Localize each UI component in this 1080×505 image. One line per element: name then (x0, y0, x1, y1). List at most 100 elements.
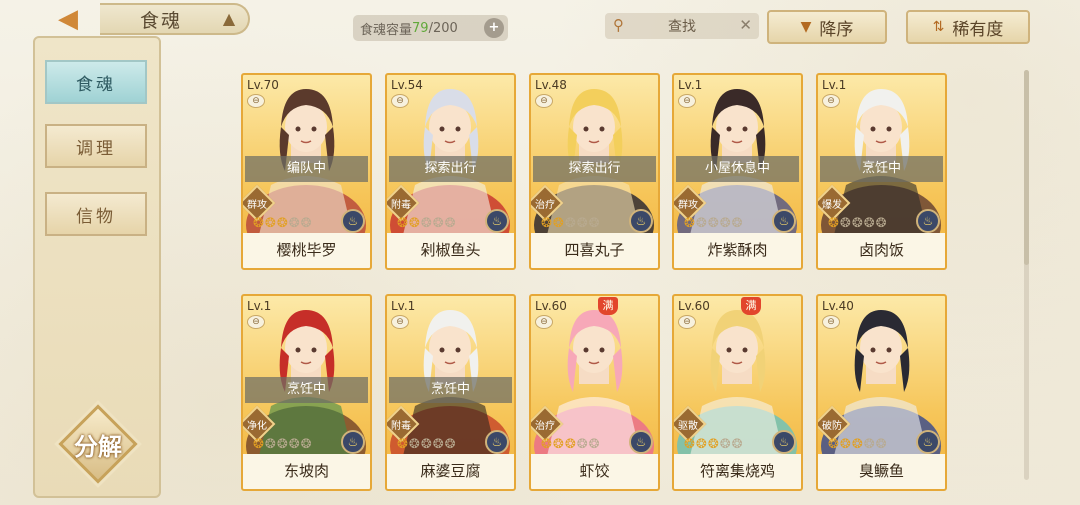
star-icon: ❂ (851, 437, 863, 452)
role-badge: 附毒 (387, 408, 417, 440)
star-icon: ❂ (564, 437, 576, 452)
tab-food-souls[interactable]: 食魂 (45, 60, 147, 104)
lock-icon[interactable]: ⊖ (822, 315, 840, 329)
page-title-tab: 食魂 ▲ (100, 3, 250, 35)
lock-icon[interactable]: ⊖ (678, 315, 696, 329)
star-icon: ❂ (288, 437, 300, 452)
star-icon: ❂ (397, 216, 408, 231)
role-label: 群攻 (678, 199, 698, 211)
card-name: 四喜丸子 (531, 233, 658, 268)
star-icon: ❂ (863, 437, 875, 452)
lock-icon[interactable]: ⊖ (391, 94, 409, 108)
lock-icon[interactable]: ⊖ (391, 315, 409, 329)
star-icon: ❂ (719, 437, 731, 452)
status-banner: 烹饪中 (820, 156, 943, 182)
search-icon: ⚲ (613, 16, 624, 34)
tab-label: 食魂 (76, 74, 116, 95)
level-label: Lv.70 (247, 78, 279, 92)
food-soul-card[interactable]: Lv.1 ⊖ 烹饪中 附毒 ❂ ❂ ❂ ❂ ❂ ♨ 麻婆豆腐 (385, 294, 516, 491)
scrollbar-thumb[interactable] (1024, 70, 1029, 265)
role-label: 驱散 (678, 420, 698, 432)
star-icon: ❂ (408, 216, 420, 231)
status-banner: 编队中 (245, 156, 368, 182)
chef-hat-icon: ▲ (222, 9, 238, 28)
back-button[interactable]: ◀ (50, 4, 86, 34)
role-label: 净化 (247, 420, 267, 432)
star-rating: ❂ ❂ ❂ ❂ ❂ (253, 437, 312, 455)
element-icon: ♨ (485, 430, 509, 454)
food-soul-card[interactable]: Lv.1 ⊖ 烹饪中 爆发 ❂ ❂ ❂ ❂ ❂ ♨ 卤肉饭 (816, 73, 947, 270)
role-label: 爆发 (822, 199, 842, 211)
element-icon: ♨ (772, 430, 796, 454)
element-icon: ♨ (629, 430, 653, 454)
capacity-label: 食魂容量 (360, 22, 413, 38)
sort-toggle-icon: ⇅ (932, 19, 945, 35)
food-soul-card[interactable]: Lv.1 ⊖ 小屋休息中 群攻 ❂ ❂ ❂ ❂ ❂ ♨ 炸紫酥肉 (672, 73, 803, 270)
top-bar: ◀ 食魂 ▲ 食魂容量 79/200 + ⚲ 查找 ✕ ▼ 降序 ⇅ 稀有度 (0, 0, 1080, 48)
card-name: 卤肉饭 (818, 233, 945, 268)
element-icon: ♨ (485, 209, 509, 233)
star-icon: ❂ (288, 216, 300, 231)
star-icon: ❂ (253, 437, 264, 452)
food-soul-card[interactable]: Lv.60 ⊖ 满驱散 ❂ ❂ ❂ ❂ ❂ ♨ 符离集烧鸡 (672, 294, 803, 491)
star-icon: ❂ (541, 437, 552, 452)
sidebar: 食魂 调理 信物 分解 (33, 36, 161, 498)
star-icon: ❂ (264, 437, 276, 452)
star-icon: ❂ (300, 437, 312, 452)
level-label: Lv.48 (535, 78, 567, 92)
add-capacity-button[interactable]: + (484, 18, 504, 38)
star-icon: ❂ (276, 437, 288, 452)
status-banner: 探索出行 (389, 156, 512, 182)
decompose-label: 分解 (74, 432, 122, 461)
star-icon: ❂ (875, 216, 887, 231)
food-soul-card[interactable]: Lv.1 ⊖ 烹饪中 净化 ❂ ❂ ❂ ❂ ❂ ♨ 东坡肉 (241, 294, 372, 491)
level-label: Lv.60 (678, 299, 710, 313)
star-icon: ❂ (707, 437, 719, 452)
status-banner: 烹饪中 (245, 377, 368, 403)
decompose-button[interactable]: 分解 (57, 403, 139, 485)
tab-tokens[interactable]: 信物 (45, 192, 147, 236)
element-icon: ♨ (341, 209, 365, 233)
food-soul-card[interactable]: Lv.70 ⊖ 编队中 群攻 ❂ ❂ ❂ ❂ ❂ ♨ 樱桃毕罗 (241, 73, 372, 270)
star-icon: ❂ (839, 216, 851, 231)
star-icon: ❂ (397, 437, 408, 452)
food-soul-card[interactable]: Lv.60 ⊖ 满治疗 ❂ ❂ ❂ ❂ ❂ ♨ 虾饺 (529, 294, 660, 491)
lock-icon[interactable]: ⊖ (535, 94, 553, 108)
element-icon: ♨ (772, 209, 796, 233)
star-icon: ❂ (828, 216, 839, 231)
card-name: 东坡肉 (243, 454, 370, 489)
star-icon: ❂ (444, 216, 456, 231)
role-badge: 治疗 (531, 187, 561, 219)
star-icon: ❂ (253, 216, 264, 231)
star-icon: ❂ (684, 437, 695, 452)
search-box[interactable]: ⚲ 查找 ✕ (605, 13, 759, 39)
card-name: 虾饺 (531, 454, 658, 489)
star-icon: ❂ (863, 216, 875, 231)
back-arrow-icon: ◀ (58, 4, 78, 34)
star-icon: ❂ (444, 437, 456, 452)
sort-order-button[interactable]: ▼ 降序 (767, 10, 887, 44)
clear-search-icon[interactable]: ✕ (739, 16, 752, 34)
lock-icon[interactable]: ⊖ (535, 315, 553, 329)
star-icon: ❂ (719, 216, 731, 231)
lock-icon[interactable]: ⊖ (247, 315, 265, 329)
food-soul-card[interactable]: Lv.40 ⊖ 破防 ❂ ❂ ❂ ❂ ❂ ♨ 臭鳜鱼 (816, 294, 947, 491)
scrollbar[interactable] (1024, 70, 1029, 480)
lock-icon[interactable]: ⊖ (822, 94, 840, 108)
level-label: Lv.54 (391, 78, 423, 92)
food-soul-card[interactable]: Lv.48 ⊖ 探索出行 治疗 ❂ ❂ ❂ ❂ ❂ ♨ 四喜丸子 (529, 73, 660, 270)
lock-icon[interactable]: ⊖ (678, 94, 696, 108)
sort-by-button[interactable]: ⇅ 稀有度 (906, 10, 1030, 44)
star-icon: ❂ (684, 216, 695, 231)
status-banner: 探索出行 (533, 156, 656, 182)
lock-icon[interactable]: ⊖ (247, 94, 265, 108)
card-name: 炸紫酥肉 (674, 233, 801, 268)
star-rating: ❂ ❂ ❂ ❂ ❂ (684, 216, 743, 234)
star-icon: ❂ (576, 216, 588, 231)
food-soul-card[interactable]: Lv.54 ⊖ 探索出行 附毒 ❂ ❂ ❂ ❂ ❂ ♨ 剁椒鱼头 (385, 73, 516, 270)
star-icon: ❂ (731, 437, 743, 452)
level-label: Lv.1 (678, 78, 703, 92)
tab-conditioning[interactable]: 调理 (45, 124, 147, 168)
star-icon: ❂ (839, 437, 851, 452)
star-icon: ❂ (828, 437, 839, 452)
